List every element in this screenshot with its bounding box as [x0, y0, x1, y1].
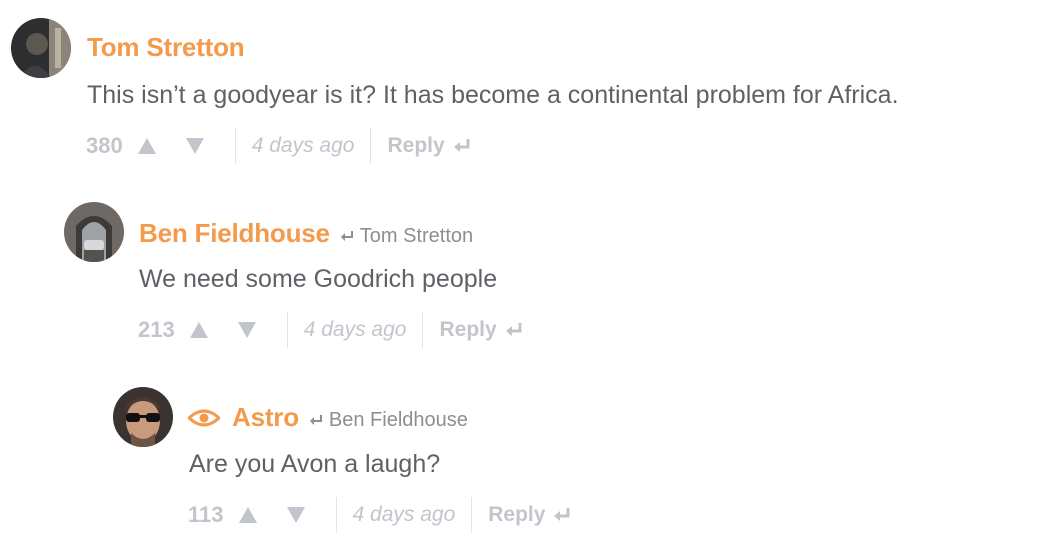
reply-to-name: Ben Fieldhouse: [328, 408, 468, 431]
timestamp[interactable]: 4 days ago: [304, 318, 407, 342]
triangle-down-icon[interactable]: [237, 321, 257, 339]
divider: [471, 497, 473, 533]
reply-arrow-icon: [340, 231, 353, 241]
author-line: Tom Stretton: [87, 32, 245, 63]
reply-arrow-icon: [554, 508, 570, 521]
timestamp[interactable]: 4 days ago: [353, 503, 456, 527]
vote-score: 113: [188, 502, 224, 527]
reply-button[interactable]: Reply: [387, 134, 470, 158]
reply-arrow-icon: [309, 415, 322, 425]
triangle-up-icon[interactable]: [137, 137, 157, 155]
comment-text: We need some Goodrich people: [139, 265, 498, 293]
divider: [422, 312, 424, 348]
reply-button[interactable]: Reply: [439, 318, 522, 342]
vote-score: 380: [86, 133, 123, 158]
reply-to[interactable]: Tom Stretton: [340, 225, 473, 248]
divider: [335, 497, 337, 533]
divider: [286, 312, 288, 348]
author-line: Astro Ben Fieldhouse: [188, 402, 468, 433]
avatar[interactable]: [11, 18, 71, 78]
eye-icon: [188, 409, 220, 426]
reply-to[interactable]: Ben Fieldhouse: [309, 409, 468, 432]
reply-label: Reply: [439, 318, 497, 341]
comment-actions: 213 4 days ago Reply: [138, 312, 523, 348]
author-name[interactable]: Tom Stretton: [87, 32, 245, 63]
triangle-down-icon[interactable]: [185, 137, 205, 155]
comment-actions: 113 4 days ago Reply: [188, 497, 571, 533]
comment-text: Are you Avon a laugh?: [189, 450, 441, 478]
triangle-up-icon[interactable]: [238, 506, 258, 524]
reply-button[interactable]: Reply: [488, 503, 571, 527]
divider: [370, 128, 372, 164]
vote-score: 213: [138, 317, 175, 342]
timestamp[interactable]: 4 days ago: [252, 134, 355, 158]
avatar[interactable]: [64, 202, 124, 262]
reply-arrow-icon: [453, 139, 470, 152]
avatar[interactable]: [113, 387, 173, 447]
reply-arrow-icon: [505, 323, 522, 336]
comment-actions: 380 4 days ago Reply: [86, 128, 471, 164]
reply-to-name: Tom Stretton: [359, 224, 474, 247]
author-line: Ben Fieldhouse Tom Stretton: [139, 218, 473, 249]
reply-label: Reply: [387, 134, 445, 157]
author-name[interactable]: Ben Fieldhouse: [139, 218, 330, 249]
comment-text: This isn’t a goodyear is it? It has beco…: [87, 81, 899, 109]
triangle-up-icon[interactable]: [189, 321, 209, 339]
divider: [234, 128, 236, 164]
reply-label: Reply: [488, 503, 546, 526]
author-name[interactable]: Astro: [232, 402, 299, 433]
triangle-down-icon[interactable]: [286, 506, 306, 524]
